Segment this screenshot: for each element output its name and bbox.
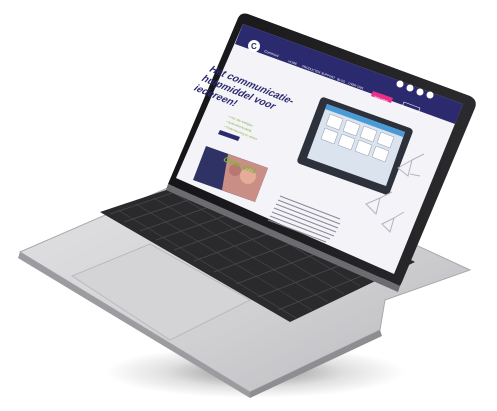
social-icon-3[interactable] bbox=[416, 88, 424, 96]
search-icon[interactable] bbox=[426, 91, 434, 99]
website-screen: C Communi HOME PRODUCTEN SUPPORT BLOG OV… bbox=[191, 24, 463, 243]
laptop-mockup: C Communi HOME PRODUCTEN SUPPORT BLOG OV… bbox=[0, 0, 497, 411]
social-icon-1[interactable] bbox=[396, 80, 404, 88]
social-icon-2[interactable] bbox=[406, 84, 414, 92]
site-logo-letter: C bbox=[251, 42, 257, 51]
